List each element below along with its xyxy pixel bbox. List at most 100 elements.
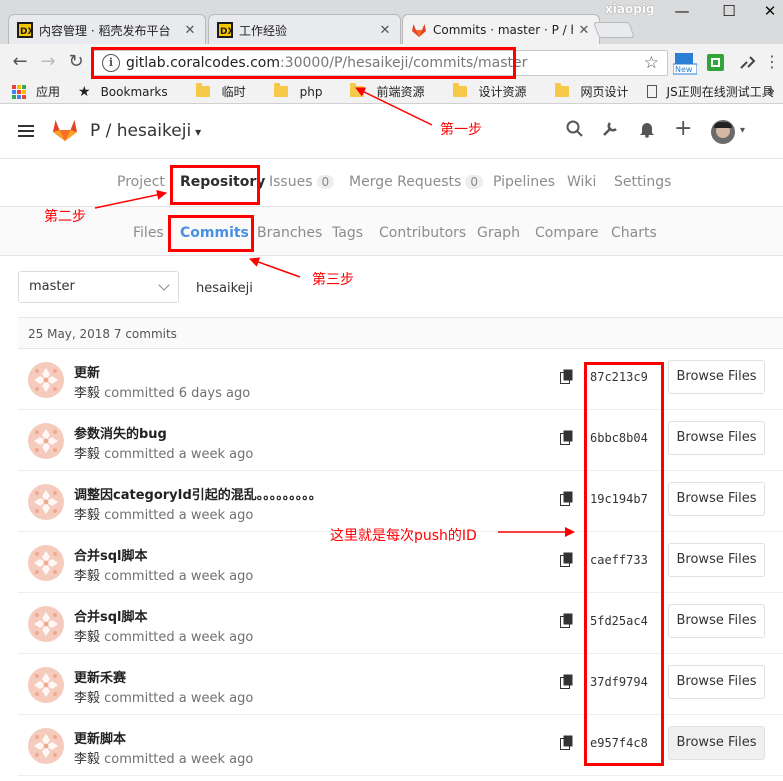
browser-tab-active[interactable]: Commits · master · P / h ✕ (402, 14, 600, 45)
browse-files-button[interactable]: Browse Files (668, 665, 765, 699)
close-icon[interactable]: ✕ (183, 23, 197, 38)
copy-sha-icon[interactable] (560, 430, 574, 446)
project-title[interactable]: P / hesaikeji ▾ (90, 121, 201, 141)
copy-sha-icon[interactable] (560, 552, 574, 568)
commit-title[interactable]: 参数消失的bug (74, 423, 167, 442)
commit-author[interactable]: 李毅 (74, 691, 100, 706)
commit-author-avatar[interactable] (28, 545, 64, 581)
maximize-icon[interactable]: ☐ (717, 2, 741, 22)
nav-project[interactable]: Project (117, 174, 165, 190)
tab-compare[interactable]: Compare (535, 225, 599, 241)
annotation-box-repository (170, 165, 260, 205)
browse-files-button[interactable]: Browse Files (668, 726, 765, 760)
commit-author[interactable]: 李毅 (74, 569, 100, 584)
tab-files[interactable]: Files (133, 225, 164, 241)
tab-branches[interactable]: Branches (257, 225, 322, 241)
wrench-icon[interactable] (601, 120, 619, 143)
commit-author-avatar[interactable] (28, 362, 64, 398)
hamburger-menu-icon[interactable] (18, 125, 34, 140)
browse-files-button[interactable]: Browse Files (668, 360, 765, 394)
bookmark-page[interactable]: JS正则在线测试工具 (646, 83, 774, 100)
commit-author[interactable]: 李毅 (74, 386, 100, 401)
close-icon[interactable]: ✕ (378, 23, 392, 38)
bookmark-apps[interactable]: 应用 (36, 83, 60, 100)
tab-graph[interactable]: Graph (477, 225, 520, 241)
copy-sha-icon[interactable] (560, 613, 574, 629)
branch-dropdown[interactable]: master (18, 271, 179, 303)
copy-sha-icon[interactable] (560, 735, 574, 751)
bookmark-folder[interactable]: 设计资源 (452, 83, 527, 100)
commit-title[interactable]: 合并sql脚本 (74, 606, 148, 625)
bookmark-folder[interactable]: 网页设计 (554, 83, 629, 100)
close-icon[interactable]: ✕ (577, 23, 591, 38)
new-tab-button[interactable] (593, 22, 635, 38)
folder-icon (273, 83, 288, 97)
minimize-icon[interactable]: — (670, 2, 694, 22)
nav-wiki[interactable]: Wiki (567, 174, 596, 190)
repo-path-breadcrumb[interactable]: hesaikeji (196, 281, 253, 296)
commit-title[interactable]: 合并sql脚本 (74, 545, 148, 564)
nav-settings[interactable]: Settings (614, 174, 671, 190)
commit-author[interactable]: 李毅 (74, 630, 100, 645)
extension-tool-icon[interactable] (738, 53, 760, 73)
commit-author-avatar[interactable] (28, 728, 64, 764)
commit-title[interactable]: 调整因categoryId引起的混乱。。。。。。。。。 (74, 484, 322, 503)
back-arrow-icon[interactable]: ← (10, 52, 30, 72)
bell-icon[interactable] (638, 120, 656, 143)
chevron-down-icon: ▾ (195, 125, 202, 139)
nav-merge-requests[interactable]: Merge Requests 0 (349, 174, 483, 190)
reload-icon[interactable]: ↻ (66, 52, 86, 72)
commit-author-avatar[interactable] (28, 484, 64, 520)
bookmark-folder[interactable]: 临时 (195, 83, 246, 100)
browse-files-button[interactable]: Browse Files (668, 543, 765, 577)
forward-arrow-icon[interactable]: → (38, 52, 58, 72)
profile-name[interactable]: xiaopig (605, 2, 655, 16)
extension-green-icon[interactable] (706, 53, 728, 73)
annotation-step3: 第三步 (312, 272, 354, 288)
user-avatar[interactable] (711, 120, 735, 144)
browser-tab-1[interactable]: DX 内容管理 · 稻壳发布平台 ✕ (8, 14, 206, 45)
menu-dots-icon[interactable]: ⋮ (762, 52, 782, 72)
bookmark-bookmarks[interactable]: ★ Bookmarks (72, 84, 168, 100)
tab-title: Commits · master · P / h (433, 23, 573, 37)
copy-sha-icon[interactable] (560, 674, 574, 690)
commit-title[interactable]: 更新禾赛 (74, 667, 126, 686)
commit-author[interactable]: 李毅 (74, 447, 100, 462)
bookmark-folder[interactable]: 前端资源 (350, 83, 425, 100)
bookmark-label: JS正则在线测试工具 (666, 85, 774, 99)
nav-pipelines[interactable]: Pipelines (493, 174, 555, 190)
commit-author-avatar[interactable] (28, 606, 64, 642)
chevron-down-icon[interactable]: ▾ (740, 125, 745, 136)
copy-sha-icon[interactable] (560, 491, 574, 507)
commit-title[interactable]: 更新脚本 (74, 728, 126, 747)
svg-text:DX: DX (220, 27, 233, 37)
tab-contributors[interactable]: Contributors (379, 225, 466, 241)
tab-tags[interactable]: Tags (332, 225, 363, 241)
chevron-right-icon[interactable]: » (767, 84, 775, 99)
bookmark-star-icon[interactable]: ☆ (644, 53, 659, 73)
commit-row: 合并sql脚本 李毅 committed a week ago 5fd25ac4 Br… (18, 593, 783, 654)
browse-files-button[interactable]: Browse Files (668, 482, 765, 516)
search-icon[interactable] (566, 120, 584, 143)
copy-sha-icon[interactable] (560, 369, 574, 385)
browse-files-button[interactable]: Browse Files (668, 421, 765, 455)
commit-author[interactable]: 李毅 (74, 508, 100, 523)
nav-issues[interactable]: Issues 0 (269, 174, 335, 190)
bookmark-folder[interactable]: php (273, 83, 322, 99)
extension-new-icon[interactable]: New (672, 53, 698, 75)
annotation-box-url (91, 47, 516, 79)
plus-icon[interactable]: + (674, 116, 692, 141)
browser-tab-2[interactable]: DX 工作经验 ✕ (208, 14, 401, 45)
commit-author-avatar[interactable] (28, 667, 64, 703)
tab-charts[interactable]: Charts (611, 225, 657, 241)
gitlab-logo-icon[interactable] (52, 117, 78, 147)
commit-author[interactable]: 李毅 (74, 752, 100, 767)
commit-time: a week ago (178, 691, 254, 706)
commit-author-avatar[interactable] (28, 423, 64, 459)
browse-files-button[interactable]: Browse Files (668, 604, 765, 638)
commit-time: a week ago (178, 508, 254, 523)
bookmark-label: 设计资源 (478, 85, 527, 99)
commit-title[interactable]: 更新 (74, 362, 100, 381)
folder-icon (554, 83, 569, 97)
close-window-icon[interactable]: ✕ (758, 2, 782, 22)
